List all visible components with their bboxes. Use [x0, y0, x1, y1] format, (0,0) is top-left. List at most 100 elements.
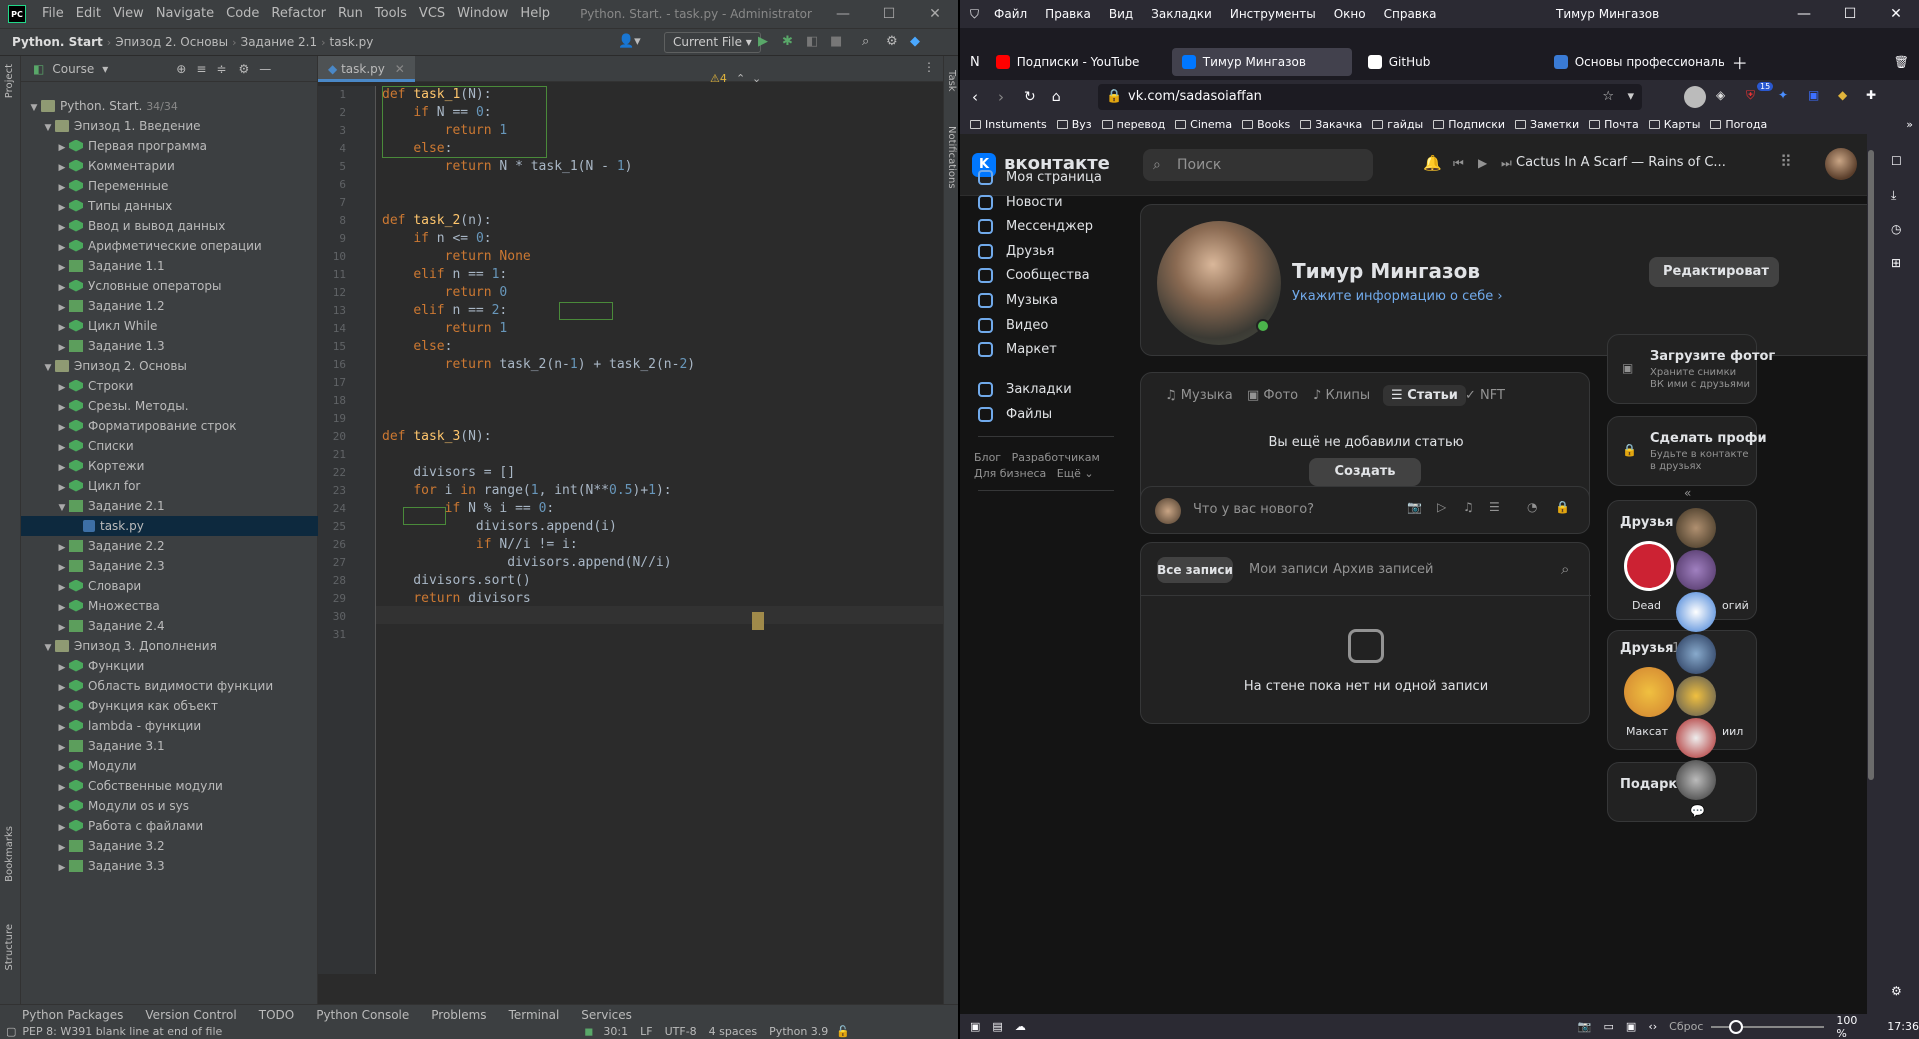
bookmarks-icon[interactable]: ☐ [1891, 154, 1902, 168]
bookmark-item[interactable]: Карты [1648, 118, 1700, 131]
nav-item[interactable]: Видео [978, 317, 1048, 333]
gear-icon[interactable]: ⚙ [1891, 984, 1902, 998]
bell-icon[interactable]: 🔔 [1423, 154, 1442, 172]
structure-tool-label[interactable]: Structure [4, 924, 15, 971]
line-separator[interactable]: LF [640, 1025, 652, 1038]
tree-item[interactable]: ▶ Задание 1.2 [21, 296, 318, 316]
tool-problems[interactable]: Problems [431, 1008, 486, 1022]
footer-business[interactable]: Для бизнеса [974, 467, 1046, 480]
tree-item[interactable]: ▼ Эпизод 2. Основы [21, 356, 318, 376]
url-bar[interactable]: 🔒 vk.com/sadasoiaffan ☆ ▾ [1098, 84, 1642, 110]
content-tab[interactable]: ♪ Клипы [1313, 388, 1370, 403]
tree-item[interactable]: ▶ Задание 2.4 [21, 616, 318, 636]
hide-panel-icon[interactable]: — [259, 62, 271, 76]
ublock-icon[interactable]: ⛨ [1746, 88, 1755, 103]
notion-icon[interactable]: N [970, 55, 980, 70]
breadcrumb-task[interactable]: Задание 2.1 [237, 35, 322, 49]
close-tab-icon[interactable]: ✕ [395, 62, 405, 76]
caret-position[interactable]: 30:1 [603, 1025, 628, 1038]
tree-item[interactable]: task.py [21, 516, 318, 536]
tree-item[interactable]: ▶ Форматирование строк [21, 416, 318, 436]
tool-python-packages[interactable]: Python Packages [22, 1008, 123, 1022]
music-icon[interactable]: ♫ [1463, 500, 1474, 514]
tree-item[interactable]: ▶ Арифметические операции [21, 236, 318, 256]
header-avatar[interactable] [1825, 148, 1857, 180]
ff-menu-item[interactable]: Правка [1036, 7, 1100, 21]
new-tab-icon[interactable]: ＋ [1732, 50, 1748, 74]
friend-name[interactable]: Dead [1632, 599, 1661, 612]
friend-name-2[interactable]: огий [1722, 599, 1749, 612]
gear-icon[interactable]: ⚙ [886, 34, 898, 49]
tree-item[interactable]: ▶ Модули [21, 756, 318, 776]
menu-tools[interactable]: Tools [369, 0, 413, 28]
tree-item[interactable]: ▶ Функции [21, 656, 318, 676]
cloud-icon[interactable]: ☁ [1015, 1020, 1026, 1033]
ff-menu-item[interactable]: Вид [1100, 7, 1142, 21]
collapse-icon[interactable]: « [1684, 486, 1691, 500]
warnings-indicator[interactable]: ⚠4 [710, 72, 727, 85]
search-icon[interactable]: ⌕ [862, 34, 869, 49]
browser-tab[interactable]: GitHub [1358, 48, 1538, 76]
wall-tab-all[interactable]: Все записи [1157, 557, 1233, 583]
nav-item[interactable]: Моя страница [978, 170, 1102, 185]
lock-icon[interactable]: 🔒 [1555, 500, 1570, 514]
tree-item[interactable]: ▶ Множества [21, 596, 318, 616]
download-icon[interactable]: ⤓ [1891, 188, 1896, 203]
apps-grid-icon[interactable]: ⠿ [1780, 152, 1792, 171]
run-icon[interactable]: ▶ [758, 34, 768, 49]
menu-navigate[interactable]: Navigate [150, 0, 220, 28]
bookmark-star-icon[interactable]: ☆ [1602, 84, 1614, 110]
lock-icon[interactable]: 🔓 [836, 1025, 850, 1038]
tree-item[interactable]: ▶ Списки [21, 436, 318, 456]
code-line[interactable]: return divisors [382, 588, 530, 610]
tab-task-py[interactable]: ◆ task.py ✕ [318, 56, 415, 82]
prev-warning-icon[interactable]: ⌃ [736, 72, 745, 85]
tree-item[interactable]: ▼ Эпизод 3. Дополнения [21, 636, 318, 656]
stop-icon[interactable]: ■ [830, 34, 842, 49]
minimize-icon[interactable]: — [1781, 0, 1827, 28]
bookmark-item[interactable]: перевод [1101, 118, 1165, 131]
tree-item[interactable]: ▶ Первая программа [21, 136, 318, 156]
browser-tab[interactable]: Тимур Мингазов [1171, 48, 1352, 76]
ff-menu-item[interactable]: Закладки [1142, 7, 1221, 21]
locate-icon[interactable]: ⊕ [176, 62, 186, 76]
tree-item[interactable]: ▶ Модули os и sys [21, 796, 318, 816]
tree-item[interactable]: ▶ Задание 3.2 [21, 836, 318, 856]
tree-item[interactable]: ▶ lambda - функции [21, 716, 318, 736]
sidebar-toggle-icon[interactable]: ▣ [970, 1020, 980, 1033]
tool-python-console[interactable]: Python Console [316, 1008, 409, 1022]
menu-run[interactable]: Run [332, 0, 369, 28]
tree-item[interactable]: ▶ Строки [21, 376, 318, 396]
timer-icon[interactable]: ◔ [1527, 500, 1537, 514]
content-tab[interactable]: ☰ Статьи [1383, 385, 1466, 406]
image-icon[interactable]: ▣ [1626, 1020, 1636, 1033]
tree-item[interactable]: ▶ Ввод и вывод данных [21, 216, 318, 236]
footer-blog[interactable]: Блог [974, 451, 1001, 464]
ff-menu-item[interactable]: Окно [1325, 7, 1375, 21]
interpreter[interactable]: Python 3.9 [769, 1025, 828, 1038]
next-track-icon[interactable]: ⏭ [1501, 156, 1512, 171]
tool-services[interactable]: Services [581, 1008, 632, 1022]
profile-info-link[interactable]: Укажите информацию о себе › [1292, 289, 1503, 304]
bookmark-item[interactable]: гайды [1372, 118, 1423, 131]
trash-icon[interactable]: 🗑 [1894, 55, 1909, 69]
back-icon[interactable]: ‹ [972, 88, 978, 106]
close-icon[interactable]: ✕ [1873, 0, 1919, 28]
chat-avatar[interactable] [1676, 718, 1716, 758]
maximize-icon[interactable]: ☐ [866, 0, 912, 28]
zoom-reset[interactable]: Сброс [1669, 1020, 1703, 1033]
menu-edit[interactable]: Edit [70, 0, 107, 28]
bookmark-item[interactable]: Вуз [1056, 118, 1092, 131]
bookmark-item[interactable]: Books [1242, 118, 1290, 131]
inspection-icon[interactable]: ◼ [584, 1025, 593, 1038]
gear-icon[interactable]: ⚙ [238, 62, 249, 76]
breadcrumb-project[interactable]: Python. Start [0, 35, 107, 49]
bookmark-item[interactable]: Подписки [1433, 118, 1505, 131]
page-scrollbar[interactable] [1867, 134, 1875, 1014]
bookmark-item[interactable]: Cinema [1175, 118, 1232, 131]
nav-item[interactable]: Закладки [978, 382, 1072, 397]
nav-item[interactable]: Друзья [978, 243, 1055, 259]
tab-manager-icon[interactable]: ▤ [992, 1020, 1002, 1033]
run-config-select[interactable]: Current File ▾ [664, 32, 761, 53]
forward-icon[interactable]: › [998, 88, 1004, 106]
